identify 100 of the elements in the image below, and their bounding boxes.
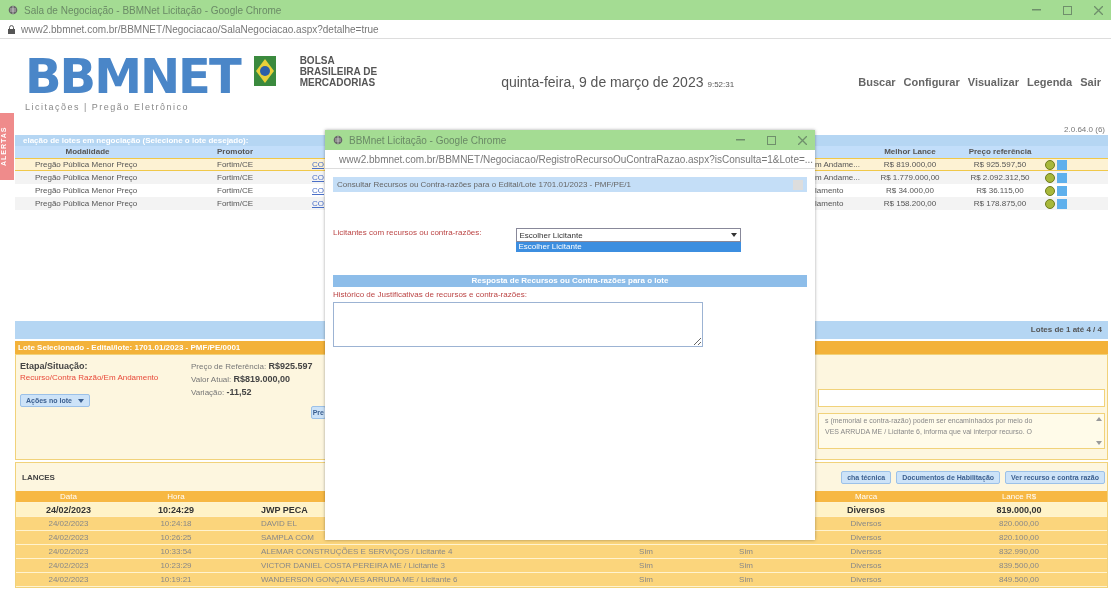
coin-icon[interactable] — [1045, 185, 1055, 196]
table-cell: 24/02/2023 — [16, 531, 121, 545]
table-cell: 24/02/2023 — [16, 559, 121, 573]
table-cell: Fortim/CE — [160, 158, 310, 171]
table-cell: Fortim/CE — [160, 171, 310, 184]
column-header: Modalidade — [15, 146, 160, 158]
column-header: Hora — [121, 491, 231, 503]
table-cell: 819.000,00 — [931, 503, 1107, 517]
column-header: Preço referência — [955, 146, 1045, 158]
square-icon[interactable] — [1057, 198, 1067, 209]
table-cell: VICTOR DANIEL COSTA PEREIRA ME / Licitante 3 — [231, 559, 601, 573]
table-cell-text: R$ 34.000,00 — [884, 185, 935, 197]
globe-icon — [8, 5, 18, 15]
text-field[interactable] — [818, 389, 1105, 407]
square-icon[interactable] — [1057, 172, 1067, 183]
scroll-up-icon[interactable] — [1096, 417, 1102, 421]
url-text[interactable]: www2.bbmnet.com.br/BBMNET/Negociacao/RegistroRecursoOuContraRazao.aspx?isConsulta=1&Lote=... — [339, 153, 814, 165]
nav-link[interactable]: Sair — [1080, 76, 1101, 88]
lot-field: Preço de Referência: R$925.597 — [191, 361, 326, 371]
nav-link[interactable]: Legenda — [1026, 76, 1073, 88]
partner-name: BOLSA BRASILEIRA DE MERCADORIAS — [298, 54, 378, 88]
table-cell: Sim — [601, 573, 691, 587]
globe-icon — [333, 135, 343, 145]
table-cell[interactable]: Pregão Pública Menor Preço — [15, 184, 160, 197]
table-cell: 10:33:54 — [121, 545, 231, 559]
table-cell: R$ 819.000,00 — [865, 158, 955, 171]
window-title: BBMnet Licitação - Google Chrome — [349, 134, 508, 146]
table-cell: 839.500,00 — [931, 559, 1107, 573]
table-cell: Diversos — [801, 573, 931, 587]
table-cell: Sim — [691, 559, 801, 573]
table-cell-text: R$ 36.115,00 — [975, 185, 1025, 197]
url-text[interactable]: www2.bbmnet.com.br/BBMNET/Negociacao/SalaNegociacao.aspx?detalhe=true — [21, 23, 379, 35]
logo: BBMNET — [25, 52, 240, 100]
maximize-icon[interactable] — [1063, 5, 1072, 15]
nav-link[interactable]: Visualizar — [967, 76, 1019, 88]
table-cell-text: Fortim/CE — [216, 185, 254, 197]
table-cell: WANDERSON GONÇALVES ARRUDA ME / Licitante 6 — [231, 573, 601, 587]
table-cell: 849.500,00 — [931, 573, 1107, 587]
column-header — [815, 146, 865, 158]
select-label: Licitantes com recursos ou contra-razões: — [333, 228, 482, 239]
nav-link[interactable]: Configurar — [903, 76, 960, 88]
dropdown-option[interactable]: Escolher Licitante — [515, 242, 741, 252]
table-cell: 10:23:29 — [121, 559, 231, 573]
table-cell: R$ 158.200,00 — [865, 197, 955, 210]
history-label: Histórico de Justificativas de recursos e contra-razões: — [333, 290, 528, 299]
table-cell: Diversos — [801, 545, 931, 559]
table-cell: m Andame... — [815, 171, 865, 184]
coin-icon[interactable] — [1045, 198, 1055, 209]
table-cell: 820.000,00 — [931, 517, 1107, 531]
table-cell: R$ 178.875,00 — [955, 197, 1045, 210]
chevron-down-icon — [730, 233, 737, 237]
table-cell: 820.100,00 — [931, 531, 1107, 545]
stage-label: Etapa/Situação: — [20, 361, 89, 371]
column-header — [1045, 146, 1108, 158]
date-text: quinta-feira, 9 de março de 2023 9:52:31 — [501, 74, 735, 90]
table-cell[interactable]: Pregão Pública Menor Preço — [15, 158, 160, 171]
table-cell: R$ 925.597,50 — [955, 158, 1045, 171]
dialog-heading: Consultar Recursos ou Contra-razões para o Edital/Lote 1701.01/2023 - PMF/PE/1 — [337, 180, 631, 189]
table-cell: Diversos — [801, 531, 931, 545]
table-cell: R$ 2.092.312,50 — [955, 171, 1045, 184]
table-cell: 24/02/2023 — [16, 545, 121, 559]
square-icon[interactable] — [1057, 159, 1067, 170]
bidder-select[interactable]: Escolher Licitante — [515, 228, 741, 242]
square-icon[interactable] — [1057, 185, 1067, 196]
table-cell: 10:24:29 — [121, 503, 231, 517]
bids-title: LANCES — [22, 472, 55, 482]
caret-icon — [77, 398, 84, 403]
window-title: Sala de Negociação - BBMNet Licitação - Google Chrome — [24, 4, 283, 16]
table-cell: Diversos — [801, 559, 931, 573]
table-cell: Sim — [691, 545, 801, 559]
minimize-icon[interactable] — [1032, 9, 1041, 11]
stage-status: Recurso/Contra Razão/Em Andamento — [20, 373, 160, 382]
section-title: Resposta de Recursos ou Contra-razões para o lote — [333, 275, 807, 287]
minimize-icon[interactable] — [736, 139, 745, 141]
table-cell: m Andame... — [815, 158, 865, 171]
tagline: Licitações | Pregão Eletrônico — [25, 102, 190, 112]
table-cell[interactable]: Pregão Pública Menor Preço — [15, 197, 160, 210]
coin-icon[interactable] — [1045, 159, 1055, 170]
lot-field: Variação: -11,52 — [191, 387, 326, 397]
lot-field: Valor Atual: R$819.000,00 — [191, 374, 326, 384]
table-cell: 832.990,00 — [931, 545, 1107, 559]
table-cell: Fortim/CE — [160, 197, 310, 210]
table-cell: lamento — [815, 197, 865, 210]
column-header: Lance R$ — [931, 491, 1107, 503]
table-cell: R$ 1.779.000,00 — [865, 171, 955, 184]
table-cell: 10:19:21 — [121, 573, 231, 587]
table-cell-text: lamento — [815, 185, 845, 197]
flag-logo-icon — [253, 56, 276, 86]
table-cell: 10:24:18 — [121, 517, 231, 531]
version-text: 2.0.64.0 (6) — [1064, 125, 1105, 135]
close-icon[interactable] — [1094, 5, 1103, 15]
nav-link[interactable]: Buscar — [858, 76, 896, 88]
table-cell[interactable]: Pregão Pública Menor Preço — [15, 171, 160, 184]
table-cell: 10:26:25 — [121, 531, 231, 545]
coin-icon[interactable] — [1045, 172, 1055, 183]
history-textarea[interactable] — [333, 302, 703, 347]
scroll-down-icon — [1096, 441, 1102, 445]
lock-icon — [8, 24, 15, 34]
close-icon[interactable] — [798, 135, 807, 145]
maximize-icon[interactable] — [767, 135, 776, 145]
